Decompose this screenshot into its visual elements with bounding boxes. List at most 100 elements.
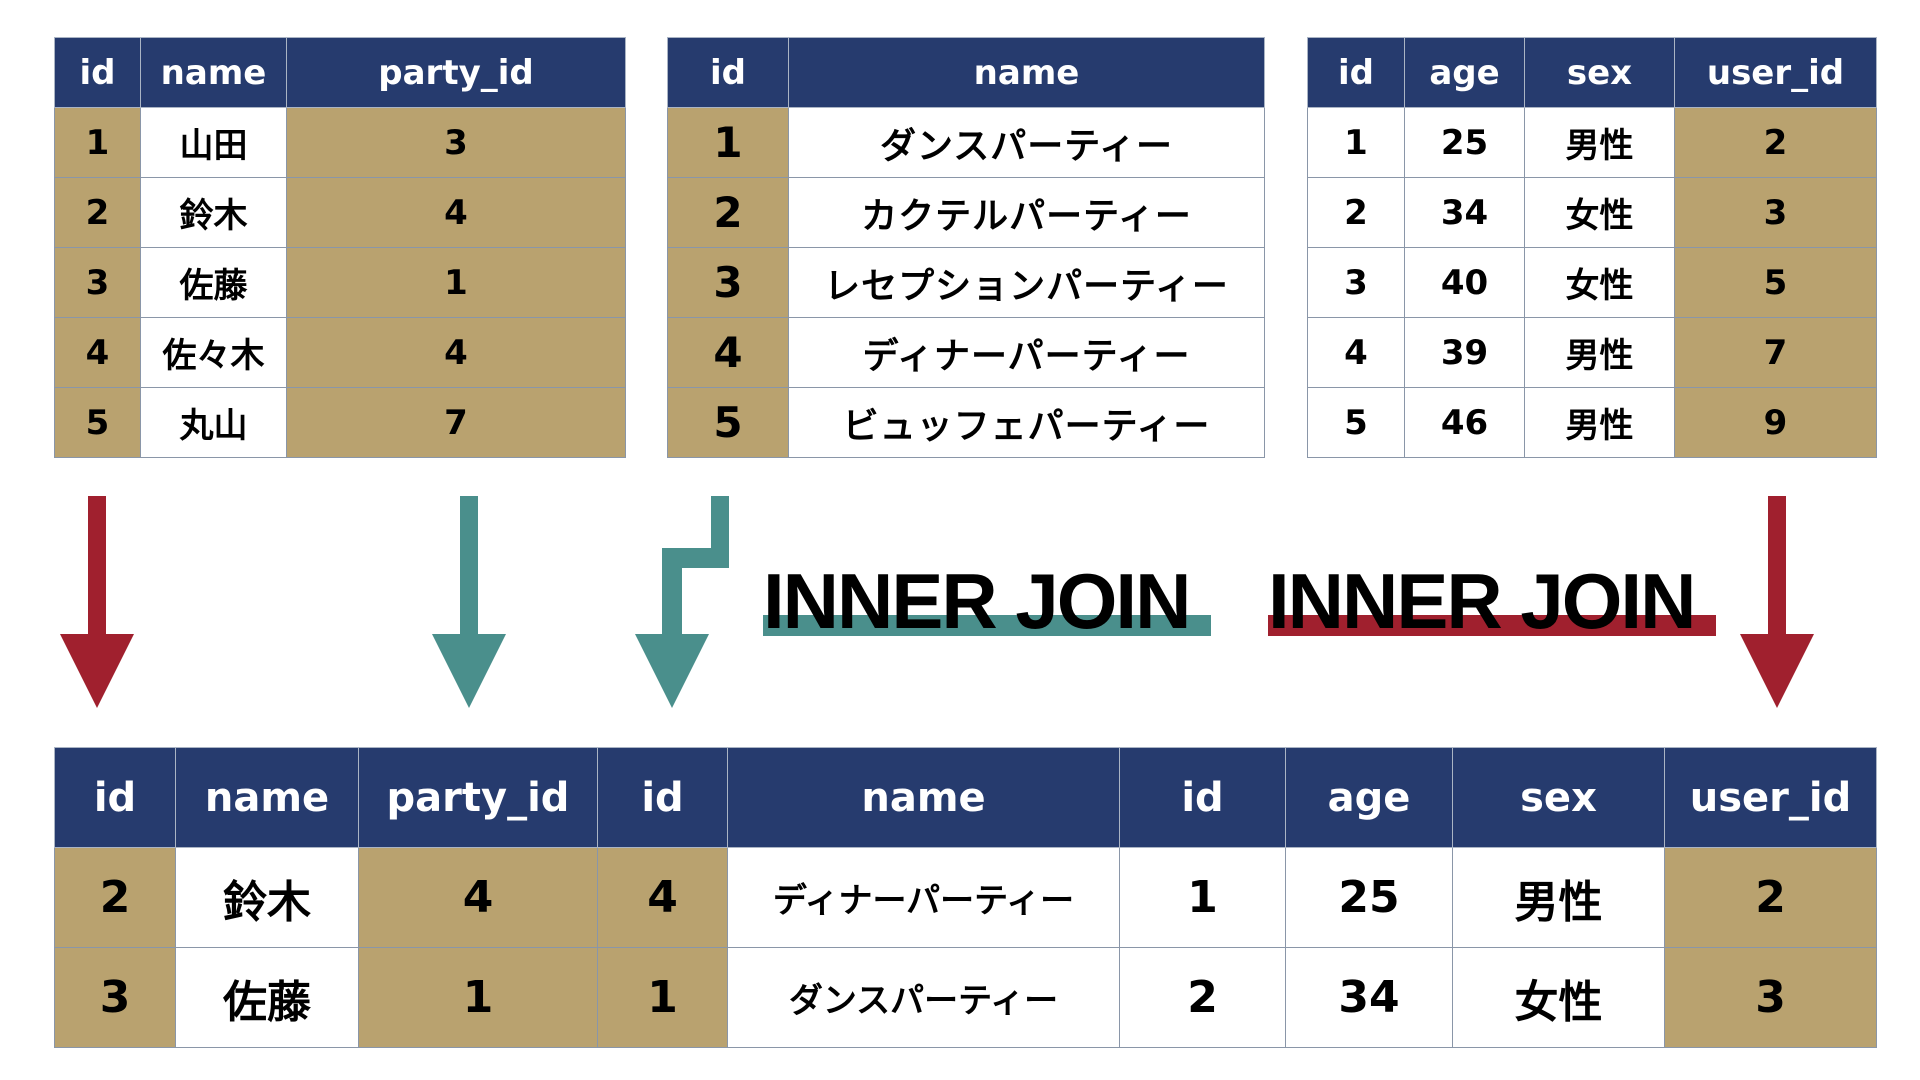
header-age: age: [1285, 747, 1453, 848]
cell-party-table-id: 1: [597, 947, 728, 1048]
cell-name: 佐々木: [140, 317, 287, 388]
cell-id: 2: [667, 177, 789, 248]
parties-table: id name 1 ダンスパーティー 2 カクテルパーティー 3 レセプションパーティ…: [667, 37, 1265, 458]
header-party-table-id: id: [597, 747, 728, 848]
cell-party-id: 4: [358, 847, 598, 948]
cell-age: 34: [1404, 177, 1525, 248]
cell-id: 1: [667, 107, 789, 178]
cell-id: 1: [1307, 107, 1405, 178]
header-user-id: user_id: [1674, 37, 1877, 108]
header-sex: sex: [1452, 747, 1665, 848]
table-row: 2 鈴木 4: [54, 177, 626, 248]
header-id: id: [54, 747, 176, 848]
cell-party-id: 1: [358, 947, 598, 1048]
table-row: 3 40 女性 5: [1307, 247, 1877, 318]
cell-name: 鈴木: [140, 177, 287, 248]
cell-user-id: 9: [1674, 387, 1877, 458]
table-row: 1 ダンスパーティー: [667, 107, 1265, 178]
cell-party-id: 4: [286, 317, 626, 388]
header-profile-id: id: [1119, 747, 1286, 848]
result-table: id name party_id id name id age sex user…: [54, 747, 1877, 1048]
cell-id: 4: [667, 317, 789, 388]
cell-party-id: 4: [286, 177, 626, 248]
table-row: 5 丸山 7: [54, 387, 626, 458]
cell-sex: 女性: [1524, 247, 1675, 318]
join1-label: INNER JOIN: [763, 557, 1191, 645]
cell-name: ダンスパーティー: [788, 107, 1265, 178]
header-name: name: [788, 37, 1265, 108]
cell-age: 39: [1404, 317, 1525, 388]
result-header-row: id name party_id id name id age sex user…: [54, 747, 1877, 848]
cell-party-table-id: 4: [597, 847, 728, 948]
users-id-arrow-icon: [60, 496, 134, 708]
cell-user-id: 5: [1674, 247, 1877, 318]
cell-id: 2: [54, 177, 141, 248]
table-row: 3 レセプションパーティー: [667, 247, 1265, 318]
table-row: 4 ディナーパーティー: [667, 317, 1265, 388]
cell-sex: 女性: [1452, 947, 1665, 1048]
header-id: id: [1307, 37, 1405, 108]
cell-name: ディナーパーティー: [788, 317, 1265, 388]
cell-id: 4: [1307, 317, 1405, 388]
cell-party-name: ディナーパーティー: [727, 847, 1120, 948]
cell-profile-id: 1: [1119, 847, 1286, 948]
cell-id: 5: [54, 387, 141, 458]
cell-id: 3: [667, 247, 789, 318]
cell-user-id: 3: [1664, 947, 1877, 1048]
cell-name: 鈴木: [175, 847, 359, 948]
parties-id-bent-arrow-icon: [635, 496, 729, 708]
cell-party-id: 7: [286, 387, 626, 458]
cell-party-id: 3: [286, 107, 626, 178]
header-user-id: user_id: [1664, 747, 1877, 848]
cell-age: 25: [1285, 847, 1453, 948]
cell-sex: 男性: [1524, 387, 1675, 458]
table-row: 5 46 男性 9: [1307, 387, 1877, 458]
table-row: 1 山田 3: [54, 107, 626, 178]
header-name: name: [140, 37, 287, 108]
cell-user-id: 2: [1664, 847, 1877, 948]
cell-id: 3: [54, 947, 176, 1048]
header-sex: sex: [1524, 37, 1675, 108]
cell-user-id: 2: [1674, 107, 1877, 178]
cell-name: 丸山: [140, 387, 287, 458]
header-name: name: [175, 747, 359, 848]
cell-id: 5: [667, 387, 789, 458]
cell-name: ビュッフェパーティー: [788, 387, 1265, 458]
cell-age: 34: [1285, 947, 1453, 1048]
cell-id: 3: [1307, 247, 1405, 318]
header-id: id: [54, 37, 141, 108]
table-row: 3 佐藤 1: [54, 247, 626, 318]
profiles-header-row: id age sex user_id: [1307, 37, 1877, 108]
table-row: 2 カクテルパーティー: [667, 177, 1265, 248]
cell-party-name: ダンスパーティー: [727, 947, 1120, 1048]
users-header-row: id name party_id: [54, 37, 626, 108]
cell-party-id: 1: [286, 247, 626, 318]
party-id-arrow-icon: [432, 496, 506, 708]
cell-name: カクテルパーティー: [788, 177, 1265, 248]
cell-name: 佐藤: [175, 947, 359, 1048]
cell-id: 3: [54, 247, 141, 318]
profiles-table: id age sex user_id 1 25 男性 2 2 34 女性 3 3 40 女性 5 …: [1307, 37, 1877, 458]
table-row: 1 25 男性 2: [1307, 107, 1877, 178]
table-row: 4 39 男性 7: [1307, 317, 1877, 388]
cell-age: 46: [1404, 387, 1525, 458]
cell-id: 5: [1307, 387, 1405, 458]
table-row: 3 佐藤 1 1 ダンスパーティー 2 34 女性 3: [54, 947, 1877, 1048]
header-party-id: party_id: [358, 747, 598, 848]
cell-age: 25: [1404, 107, 1525, 178]
table-row: 5 ビュッフェパーティー: [667, 387, 1265, 458]
cell-sex: 女性: [1524, 177, 1675, 248]
header-age: age: [1404, 37, 1525, 108]
user-id-arrow-icon: [1740, 496, 1814, 708]
table-row: 4 佐々木 4: [54, 317, 626, 388]
join2-label: INNER JOIN: [1268, 557, 1696, 645]
header-party-name: name: [727, 747, 1120, 848]
cell-id: 1: [54, 107, 141, 178]
cell-user-id: 7: [1674, 317, 1877, 388]
cell-age: 40: [1404, 247, 1525, 318]
cell-sex: 男性: [1452, 847, 1665, 948]
cell-id: 2: [1307, 177, 1405, 248]
cell-id: 2: [54, 847, 176, 948]
cell-user-id: 3: [1674, 177, 1877, 248]
parties-header-row: id name: [667, 37, 1265, 108]
